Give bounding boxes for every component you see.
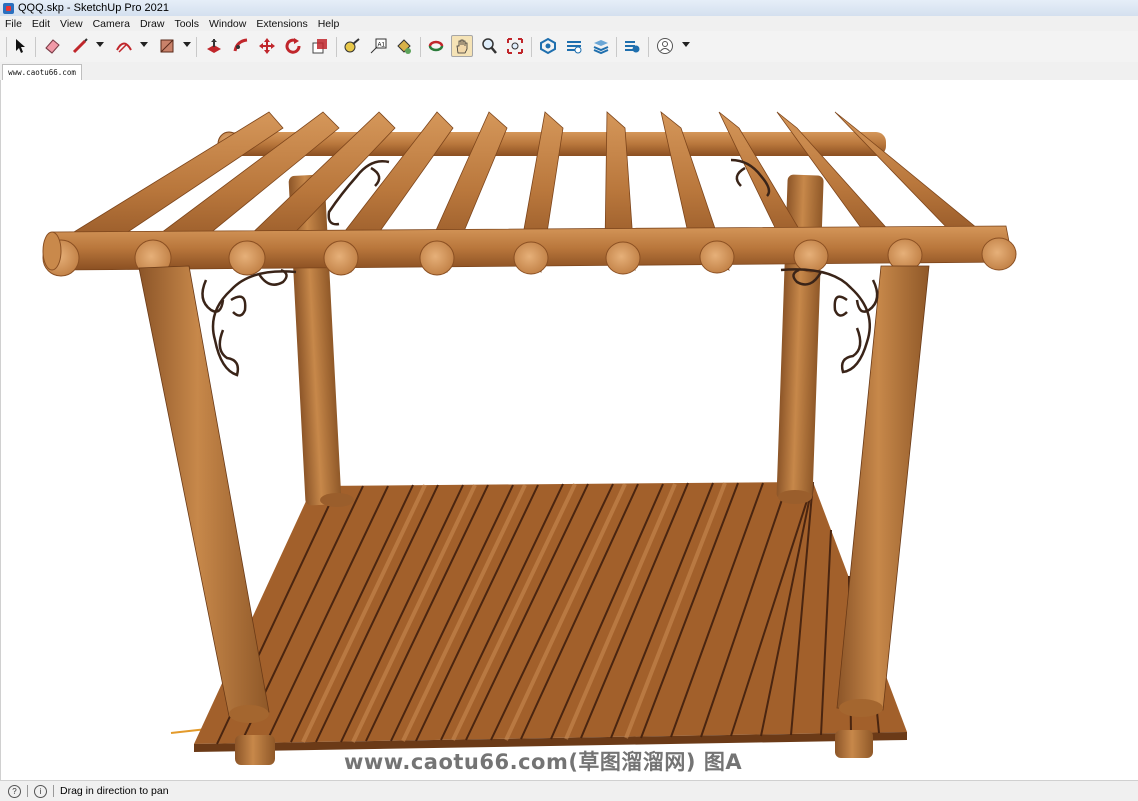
extension-manager-icon[interactable] [621,35,643,57]
select-tool-icon[interactable] [9,35,31,57]
menu-camera[interactable]: Camera [88,18,135,30]
status-divider [27,785,28,797]
paint-bucket-tool-icon[interactable] [393,35,415,57]
rotate-tool-icon[interactable] [282,35,304,57]
menu-bar: File Edit View Camera Draw Tools Window … [0,16,1138,31]
line-dropdown-icon[interactable] [96,42,104,47]
arc-tool-icon[interactable] [113,35,135,57]
rectangle-tool-icon[interactable] [156,35,178,57]
scene-tab-strip: www.caotu66.com [0,62,1138,81]
toolbar-separator [616,37,617,57]
toolbar-separator [531,37,532,57]
pan-tool-icon[interactable] [451,35,473,57]
geo-location-icon[interactable]: ? [8,784,21,798]
profile-icon[interactable] [654,35,676,57]
deck [194,481,907,752]
3d-warehouse-icon[interactable] [537,35,559,57]
follow-me-tool-icon[interactable] [230,35,252,57]
menu-tools[interactable]: Tools [169,18,204,30]
menu-extensions[interactable]: Extensions [251,18,312,30]
menu-window[interactable]: Window [204,18,251,30]
arc-dropdown-icon[interactable] [140,42,148,47]
orbit-tool-icon[interactable] [425,35,447,57]
eraser-tool-icon[interactable] [41,35,63,57]
toolbar-separator [420,37,421,57]
status-divider [53,785,54,797]
profile-dropdown-icon[interactable] [682,42,690,47]
title-bar: QQQ.skp - SketchUp Pro 2021 [0,0,1138,17]
push-pull-tool-icon[interactable] [203,35,225,57]
line-tool-icon[interactable] [69,35,91,57]
window-title: QQQ.skp - SketchUp Pro 2021 [18,2,170,14]
pergola-model [42,110,1017,765]
watermark-text: www.caotu66.com(草图溜溜网) 图A [344,750,743,774]
scene-tab[interactable]: www.caotu66.com [2,64,82,80]
menu-help[interactable]: Help [313,18,345,30]
layout-icon[interactable] [590,35,612,57]
text-tool-icon[interactable]: A1 [367,35,389,57]
extension-warehouse-icon[interactable] [563,35,585,57]
tape-measure-tool-icon[interactable] [341,35,363,57]
zoom-tool-icon[interactable] [478,35,500,57]
menu-edit[interactable]: Edit [27,18,55,30]
toolbar-separator [35,37,36,57]
menu-view[interactable]: View [55,18,88,30]
scale-tool-icon[interactable] [309,35,331,57]
menu-draw[interactable]: Draw [135,18,170,30]
sketchup-app-icon [3,2,14,14]
status-hint: Drag in direction to pan [60,785,169,797]
toolbar-separator [648,37,649,57]
svg-text:A1: A1 [378,43,386,49]
toolbar-separator [6,37,7,57]
toolbar-separator [196,37,197,57]
move-tool-icon[interactable] [256,35,278,57]
toolbar: A1 [0,31,1138,63]
zoom-extents-tool-icon[interactable] [504,35,526,57]
model-viewport[interactable] [0,80,1138,780]
menu-file[interactable]: File [0,18,27,30]
toolbar-separator [336,37,337,57]
instructor-info-icon[interactable]: i [34,784,47,798]
rectangle-dropdown-icon[interactable] [183,42,191,47]
status-bar: ? i Drag in direction to pan [0,780,1138,801]
